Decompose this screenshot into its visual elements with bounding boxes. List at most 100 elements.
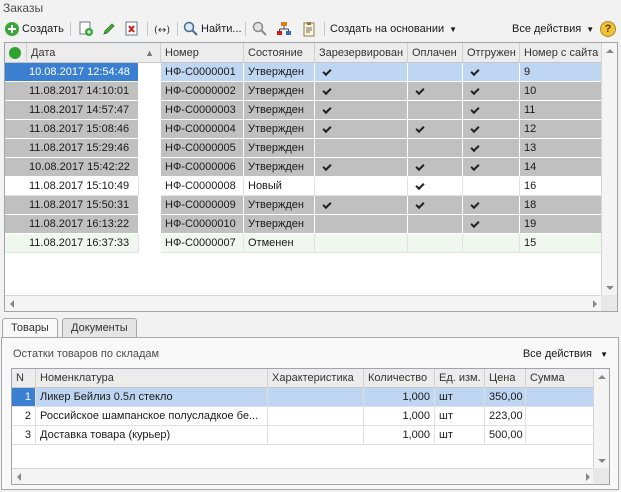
- scroll-down-icon[interactable]: [598, 459, 606, 463]
- copy-icon: [78, 21, 94, 37]
- checkmark-icon: [470, 104, 480, 114]
- table-row[interactable]: 2 Российское шампанское полусладкое бе...…: [12, 407, 595, 426]
- goods-panel: Остатки товаров по складам Все действия …: [1, 337, 619, 490]
- cell-sum: [526, 426, 595, 445]
- column-header-number[interactable]: Номер: [161, 43, 244, 63]
- checkmark-icon: [470, 161, 480, 171]
- cell-item: Ликер Бейлиз 0.5л стекло: [36, 388, 268, 407]
- column-header-n[interactable]: N: [12, 369, 36, 388]
- delete-mark-button[interactable]: [124, 20, 140, 38]
- stock-vertical-scrollbar[interactable]: [593, 369, 609, 469]
- stock-horizontal-scrollbar[interactable]: [12, 468, 595, 484]
- cell-state: Утвержден: [244, 120, 315, 139]
- help-button[interactable]: ?: [600, 20, 616, 38]
- cell-reserved: [315, 82, 408, 101]
- column-header-state[interactable]: Состояние: [244, 43, 315, 63]
- scroll-up-icon[interactable]: [606, 49, 614, 53]
- scroll-right-icon[interactable]: [593, 300, 597, 308]
- checkmark-icon: [415, 180, 425, 190]
- cell-qty: 1,000: [364, 388, 435, 407]
- table-row[interactable]: 3 Доставка товара (курьер) 1,000 шт 500,00: [12, 426, 595, 445]
- orders-horizontal-scrollbar[interactable]: [5, 295, 602, 311]
- create-button[interactable]: Создать: [4, 20, 64, 38]
- report-button[interactable]: [301, 20, 317, 38]
- cell-paid: [408, 82, 463, 101]
- checkmark-icon: [322, 66, 332, 76]
- cell-date: 11.08.2017 15:08:46: [5, 120, 139, 139]
- cell-paid: [408, 101, 463, 120]
- column-header-unit[interactable]: Ед. изм.: [435, 369, 485, 388]
- table-row[interactable]: 11.08.2017 14:57:47 НФ-С0000003 Утвержден 1…: [5, 101, 602, 120]
- cancel-search-button[interactable]: [252, 20, 268, 38]
- edit-button[interactable]: [101, 20, 117, 38]
- orders-table[interactable]: Дата ▲ Номер Состояние Зарезервирован Оп…: [4, 42, 618, 312]
- structure-button[interactable]: [276, 20, 292, 38]
- stock-all-actions-dropdown[interactable]: Все действия ▼: [523, 348, 608, 360]
- column-header-feature[interactable]: Характеристика: [268, 369, 364, 388]
- chevron-down-icon: ▼: [586, 24, 595, 34]
- cell-site-number: 18: [520, 196, 602, 215]
- create-based-on-dropdown[interactable]: Создать на основании ▼: [330, 20, 457, 38]
- table-row[interactable]: 11.08.2017 15:10:49 НФ-С0000008 Новый 16: [5, 177, 602, 196]
- tab-goods[interactable]: Товары: [2, 318, 58, 339]
- stock-all-actions-label: Все действия: [522, 348, 593, 360]
- add-icon: [4, 21, 20, 37]
- cell-site-number: 16: [520, 177, 602, 196]
- column-header-reserved[interactable]: Зарезервирован: [315, 43, 408, 63]
- chevron-down-icon: ▼: [449, 24, 458, 34]
- table-row[interactable]: 11.08.2017 15:29:46 НФ-С0000005 Утвержден 1…: [5, 139, 602, 158]
- cell-sum: [526, 407, 595, 426]
- cell-shipped: [463, 82, 520, 101]
- tab-documents[interactable]: Документы: [62, 318, 137, 338]
- scroll-left-icon[interactable]: [10, 300, 14, 308]
- status-column-header[interactable]: [5, 43, 27, 63]
- cell-site-number: 15: [520, 234, 602, 253]
- column-header-site-number[interactable]: Номер с сайта: [520, 43, 602, 63]
- column-header-price[interactable]: Цена: [485, 369, 526, 388]
- cell-price: 350,00: [485, 388, 526, 407]
- scroll-down-icon[interactable]: [606, 286, 614, 290]
- table-row[interactable]: 11.08.2017 15:08:46 НФ-С0000004 Утвержден 1…: [5, 120, 602, 139]
- sort-ascending-icon: ▲: [145, 48, 154, 58]
- table-row[interactable]: ✕11.08.2017 16:37:33НФ-С0000007Отменен15: [5, 234, 602, 253]
- status-dot-icon: [9, 47, 21, 59]
- column-header-paid[interactable]: Оплачен: [408, 43, 463, 63]
- cell-site-number: 13: [520, 139, 602, 158]
- table-row[interactable]: 11.08.2017 15:50:31 НФ-С0000009 Утвержден 1…: [5, 196, 602, 215]
- table-row[interactable]: 10.08.2017 15:42:22 НФ-С0000006 Утвержден 1…: [5, 158, 602, 177]
- copy-button[interactable]: [78, 20, 94, 38]
- toolbar: Создать (↔) Найти... Создать на основани…: [0, 17, 621, 41]
- checkmark-icon: [470, 66, 480, 76]
- cell-n: 1: [12, 388, 36, 407]
- orders-vertical-scrollbar[interactable]: [601, 43, 617, 296]
- column-header-date[interactable]: Дата ▲: [27, 43, 161, 63]
- cell-shipped: [463, 196, 520, 215]
- scroll-up-icon[interactable]: [598, 375, 606, 379]
- cell-date: 11.08.2017 16:13:22: [5, 215, 139, 234]
- all-actions-dropdown[interactable]: Все действия ▼: [512, 20, 594, 38]
- all-actions-label: Все действия: [512, 23, 582, 35]
- cell-shipped: [463, 215, 520, 234]
- checkmark-icon: [415, 85, 425, 95]
- find-button[interactable]: Найти...: [183, 20, 242, 38]
- search-icon: [183, 21, 199, 37]
- scroll-right-icon[interactable]: [586, 473, 590, 481]
- column-header-qty[interactable]: Количество: [364, 369, 435, 388]
- table-row[interactable]: 10.08.2017 12:54:48 НФ-С0000001 Утвержден 9: [5, 63, 602, 82]
- hierarchy-icon: [276, 21, 292, 37]
- table-row[interactable]: 11.08.2017 14:10:01 НФ-С0000002 Утвержден 1…: [5, 82, 602, 101]
- scroll-left-icon[interactable]: [17, 473, 21, 481]
- column-header-shipped[interactable]: Отгружен: [463, 43, 520, 63]
- column-header-item[interactable]: Номенклатура: [36, 369, 268, 388]
- column-header-sum[interactable]: Сумма: [526, 369, 595, 388]
- table-row[interactable]: 1 Ликер Бейлиз 0.5л стекло 1,000 шт 350,00: [12, 388, 595, 407]
- cell-number: НФ-С0000002: [161, 82, 244, 101]
- cell-date: 11.08.2017 15:29:46: [5, 139, 139, 158]
- stock-table[interactable]: N Номенклатура Характеристика Количество…: [11, 368, 610, 485]
- stock-panel-title: Остатки товаров по складам: [13, 348, 160, 360]
- refresh-button[interactable]: (↔): [154, 20, 170, 38]
- cell-reserved: [315, 63, 408, 82]
- cell-number: НФ-С0000005: [161, 139, 244, 158]
- cell-feature: [268, 426, 364, 445]
- table-row[interactable]: 11.08.2017 16:13:22 НФ-С0000010 Утвержден 1…: [5, 215, 602, 234]
